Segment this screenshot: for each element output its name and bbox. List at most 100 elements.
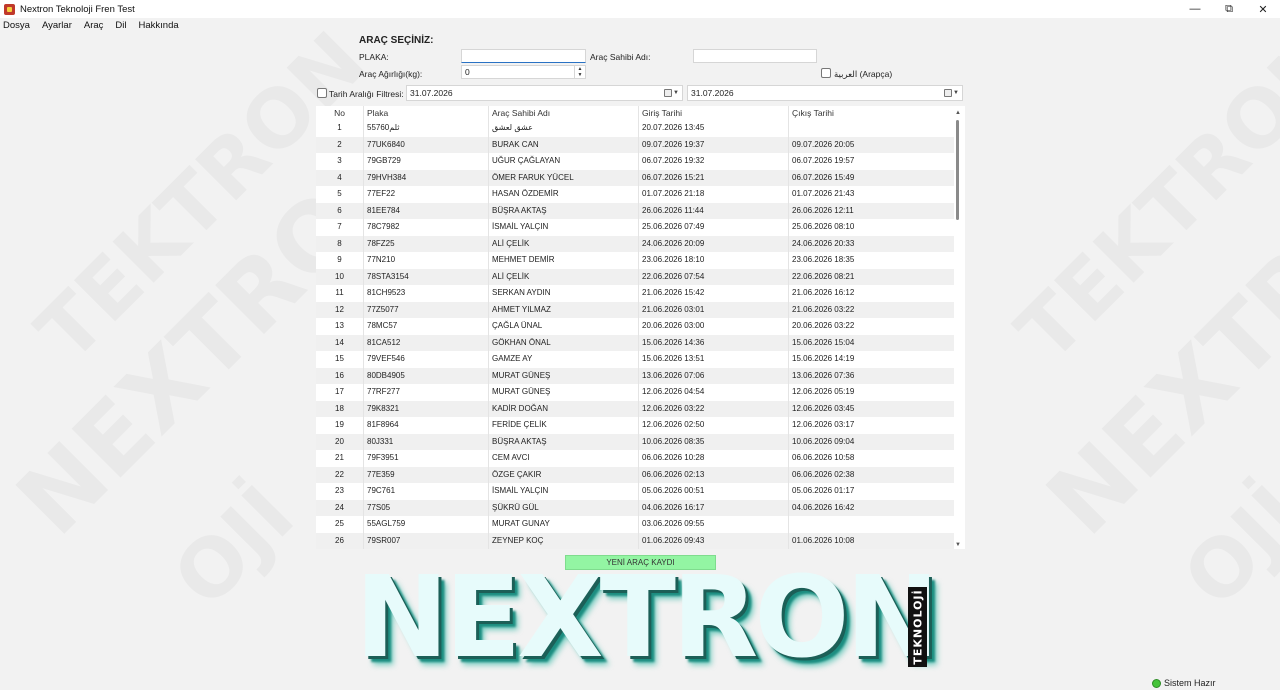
- table-row[interactable]: 13 78MC57 ÇAĞLA ÜNAL 20.06.2026 03:00 20.06.…: [316, 318, 954, 335]
- row-exit-date: 25.06.2026 08:10: [792, 222, 855, 231]
- table-row[interactable]: 8 78FZ25 ALİ ÇELİK 24.06.2026 20:09 24.06.20…: [316, 235, 954, 252]
- table-row[interactable]: 17 77RF277 MURAT GÜNEŞ 12.06.2026 04:54 12.0…: [316, 384, 954, 401]
- row-plate: 80DB4905: [364, 367, 489, 384]
- table-row[interactable]: 19 81F8964 FERİDE ÇELİK 12.06.2026 02:50 12.…: [316, 417, 954, 434]
- header-entry-date[interactable]: Giriş Tarihi: [639, 106, 789, 120]
- table-row[interactable]: 7 78C7982 İSMAİL YALÇIN 25.06.2026 07:49 25.…: [316, 219, 954, 236]
- vehicle-table[interactable]: No Plaka Araç Sahibi Adı Giriş Tarihi Çı…: [316, 106, 965, 549]
- row-owner: ÖMER FARUK YÜCEL: [489, 169, 639, 186]
- table-row[interactable]: 11 81CH9523 SERKAN AYDIN 21.06.2026 15:42 21…: [316, 285, 954, 302]
- logo-sub-badge: TEKNOLOJİ: [908, 587, 927, 667]
- table-row[interactable]: 1 55ثلم760 عشق لعشق 20.07.2026 13:45: [316, 120, 954, 137]
- table-row[interactable]: 14 81CA512 GÖKHAN ÖNAL 15.06.2026 14:36 15.0…: [316, 334, 954, 351]
- menu-hakkinda[interactable]: Hakkında: [139, 20, 179, 31]
- header-owner[interactable]: Araç Sahibi Adı: [489, 106, 639, 120]
- arabic-checkbox[interactable]: [821, 68, 831, 78]
- row-entry-date: 06.07.2026 15:21: [639, 169, 789, 186]
- row-owner: BÜŞRA AKTAŞ: [489, 433, 639, 450]
- table-body: 1 55ثلم760 عشق لعشق 20.07.2026 13:45 2 77UK68…: [316, 120, 954, 549]
- row-exit-date: 26.06.2026 12:11: [792, 205, 854, 215]
- row-entry-date: 12.06.2026 03:22: [639, 400, 789, 417]
- row-exit-date: 04.06.2026 16:42: [792, 502, 855, 512]
- table-row[interactable]: 3 79GB729 UĞUR ÇAĞLAYAN 06.07.2026 19:32 06.…: [316, 153, 954, 170]
- maximize-button[interactable]: ⧉: [1212, 0, 1246, 18]
- row-plate: 79K8321: [364, 400, 489, 417]
- scroll-down-icon[interactable]: ▼: [953, 542, 963, 549]
- row-no: 18: [316, 400, 364, 417]
- table-row[interactable]: 9 77N210 MEHMET DEMİR 23.06.2026 18:10 23.06…: [316, 252, 954, 269]
- table-row[interactable]: 12 77Z5077 AHMET YILMAZ 21.06.2026 03:01 21.…: [316, 301, 954, 318]
- row-no: 20: [316, 433, 364, 450]
- status-dot-icon: [1152, 678, 1161, 688]
- table-row[interactable]: 4 79HVH384 ÖMER FARUK YÜCEL 06.07.2026 15:2…: [316, 169, 954, 186]
- row-owner: KADİR DOĞAN: [489, 400, 639, 417]
- header-plate[interactable]: Plaka: [364, 106, 489, 120]
- row-no: 22: [316, 466, 364, 483]
- date-from-picker[interactable]: 31.07.2026 ▼: [406, 85, 683, 101]
- row-owner: SERKAN AYDIN: [489, 285, 639, 302]
- table-row[interactable]: 20 80J331 BÜŞRA AKTAŞ 10.06.2026 08:35 10.06…: [316, 433, 954, 450]
- date-filter-checkbox[interactable]: [317, 88, 327, 98]
- table-row[interactable]: 6 81EE784 BÜŞRA AKTAŞ 26.06.2026 11:44 26.06…: [316, 202, 954, 219]
- date-to-dropdown[interactable]: ▼: [944, 87, 960, 98]
- header-no[interactable]: No: [316, 106, 364, 120]
- table-row[interactable]: 21 79F3951 CEM AVCI 06.06.2026 10:28 06.06.2…: [316, 450, 954, 467]
- row-entry-date: 03.06.2026 09:55: [639, 516, 789, 533]
- header-exit-date[interactable]: Çıkış Tarihi: [789, 106, 954, 120]
- table-row[interactable]: 26 79SR007 ZEYNEP KOÇ 01.06.2026 09:43 01.06…: [316, 532, 954, 549]
- plate-label: PLAKA:: [359, 52, 389, 62]
- table-row[interactable]: 10 78STA3154 ALİ ÇELİK 22.06.2026 07:54 22.0…: [316, 268, 954, 285]
- table-row[interactable]: 25 55AGL759 MURAT GUNAY 03.06.2026 09:55: [316, 516, 954, 533]
- table-row[interactable]: 22 77E359 ÖZGE ÇAKIR 06.06.2026 02:13 06.06.…: [316, 466, 954, 483]
- table-row[interactable]: 18 79K8321 KADİR DOĞAN 12.06.2026 03:22 12.0…: [316, 400, 954, 417]
- weight-spinbox[interactable]: 0 ▲ ▼: [461, 65, 586, 79]
- row-plate: 78STA3154: [364, 268, 489, 285]
- row-entry-date: 01.06.2026 09:43: [639, 532, 789, 549]
- row-entry-date: 01.07.2026 21:18: [639, 186, 789, 203]
- plate-input[interactable]: [461, 49, 586, 63]
- table-row[interactable]: 24 77S05 ŞÜKRÜ GÜL 04.06.2026 16:17 04.06.20…: [316, 499, 954, 516]
- row-plate: 79VEF546: [364, 351, 489, 368]
- row-owner: İSMAİL YALÇIN: [489, 219, 639, 236]
- row-owner: ÖZGE ÇAKIR: [489, 466, 639, 483]
- row-plate: 81CA512: [364, 334, 489, 351]
- table-row[interactable]: 2 77UK6840 BURAK CAN 09.07.2026 19:37 09.07.…: [316, 136, 954, 153]
- row-no: 24: [316, 499, 364, 516]
- date-from-dropdown[interactable]: ▼: [664, 87, 680, 98]
- scroll-up-icon[interactable]: ▲: [953, 110, 963, 118]
- row-entry-date: 22.06.2026 07:54: [639, 268, 789, 285]
- close-button[interactable]: ✕: [1246, 0, 1280, 18]
- row-no: 13: [316, 318, 364, 335]
- row-plate: 77UK6840: [364, 136, 489, 153]
- table-row[interactable]: 15 79VEF546 GAMZE AY 15.06.2026 13:51 15.06.…: [316, 351, 954, 368]
- row-plate: 81CH9523: [364, 285, 489, 302]
- logo-main-text: NEXTRON: [355, 553, 939, 683]
- weight-stepper[interactable]: ▲ ▼: [574, 66, 585, 78]
- row-exit-date: 09.07.2026 20:05: [792, 139, 855, 149]
- row-exit-date: 21.06.2026 03:22: [792, 304, 855, 314]
- row-exit-date: 05.06.2026 01:17: [792, 486, 855, 495]
- row-owner: ZEYNEP KOÇ: [489, 532, 639, 549]
- menu-arac[interactable]: Araç: [84, 20, 104, 31]
- owner-input[interactable]: [693, 49, 817, 63]
- row-entry-date: 12.06.2026 04:54: [639, 384, 789, 401]
- table-row[interactable]: 23 79C761 İSMAİL YALÇIN 05.06.2026 00:51 05.…: [316, 483, 954, 500]
- table-row[interactable]: 5 77EF22 HASAN ÖZDEMİR 01.07.2026 21:18 01.0…: [316, 186, 954, 203]
- menu-ayarlar[interactable]: Ayarlar: [42, 20, 72, 31]
- window-controls: — ⧉ ✕: [1178, 0, 1280, 18]
- arabic-label: العربية (Arapça): [834, 69, 893, 79]
- table-scrollbar[interactable]: ▲ ▼: [953, 110, 963, 549]
- spin-down-icon[interactable]: ▼: [575, 72, 585, 78]
- row-entry-date: 23.06.2026 18:10: [639, 252, 789, 269]
- row-owner: ÇAĞLA ÜNAL: [489, 318, 639, 335]
- date-to-picker[interactable]: 31.07.2026 ▼: [687, 85, 963, 101]
- minimize-button[interactable]: —: [1178, 0, 1212, 18]
- menu-dosya[interactable]: Dosya: [3, 20, 30, 31]
- row-owner: İSMAİL YALÇIN: [489, 483, 639, 500]
- row-exit-date: 06.06.2026 10:58: [792, 453, 855, 462]
- row-entry-date: 06.06.2026 02:13: [639, 466, 789, 483]
- scroll-thumb[interactable]: [956, 120, 959, 220]
- menu-dil[interactable]: Dil: [115, 20, 126, 31]
- table-row[interactable]: 16 80DB4905 MURAT GÜNEŞ 13.06.2026 07:06 13.…: [316, 367, 954, 384]
- menu-bar: Dosya Ayarlar Araç Dil Hakkında: [0, 18, 1280, 32]
